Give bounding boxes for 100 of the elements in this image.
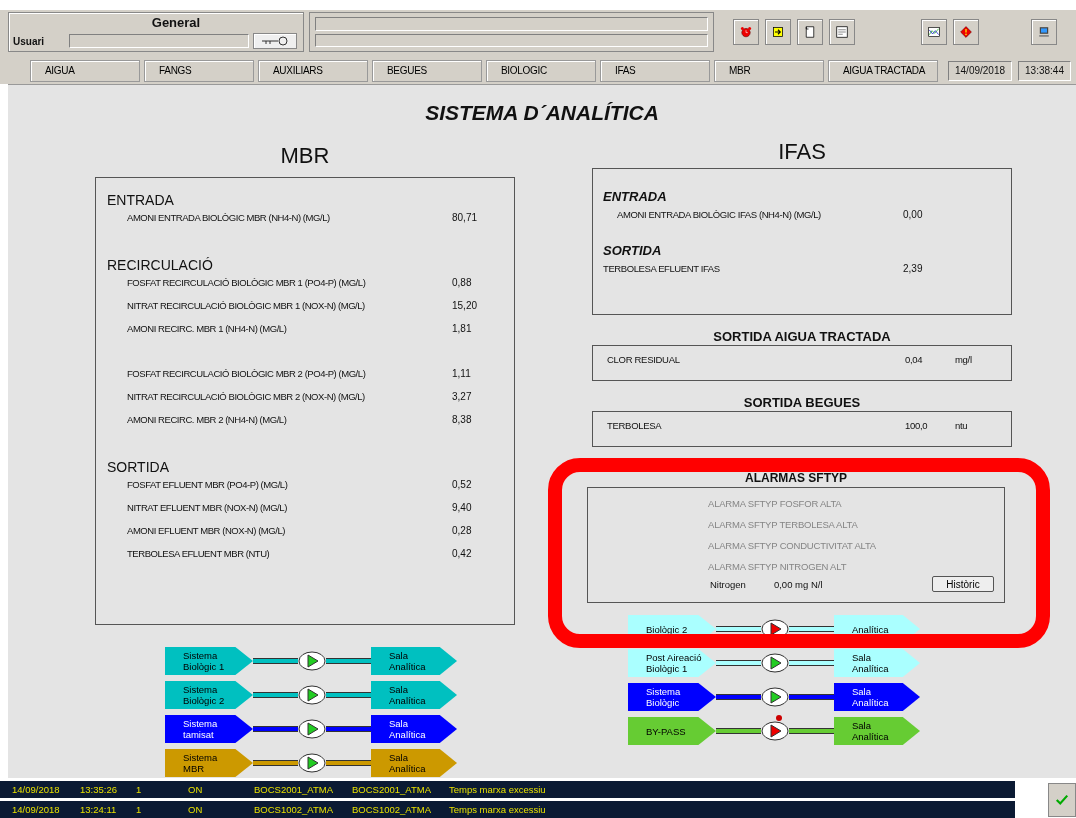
event-time: 13:24:11 (80, 804, 118, 815)
measure-value: 1,11 (452, 368, 472, 379)
section-heading: ENTRADA (603, 189, 667, 204)
source-tag[interactable]: Sistema Biològic (628, 683, 716, 711)
destination-tag[interactable]: Sala Analítica (371, 681, 457, 709)
event-tag: BOCS2001_ATMA (352, 784, 449, 795)
date-field: 14/09/2018 (948, 60, 1013, 81)
form-icon[interactable] (829, 19, 855, 45)
nav-tab[interactable]: FANGS (144, 59, 254, 82)
measure-value: 8,38 (452, 414, 473, 425)
event-state: ON (188, 804, 204, 815)
nav-tab[interactable]: AIGUA (30, 59, 140, 82)
unit-label: mg/l (955, 354, 973, 367)
section-heading: SORTIDA (603, 243, 662, 258)
measure-label: NITRAT RECIRCULACIÓ BIOLÒGIC MBR 2 (NOX-N) (MG/L) (127, 391, 366, 402)
event-message: Temps marxa excessiu (449, 784, 547, 795)
measure-value: 0,28 (452, 525, 473, 536)
reading-label: Nitrogen (710, 578, 746, 590)
measure-label: FOSFAT RECIRCULACIÓ BIOLÒGIC MBR 1 (PO4-P) (MG/L) (127, 277, 367, 288)
measure-label: AMONI EFLUENT MBR (NOX-N) (MG/L) (127, 525, 286, 536)
destination-tag[interactable]: Sala Analítica (834, 717, 920, 745)
user-label: Usuari (13, 35, 46, 47)
user-field[interactable] (69, 34, 249, 48)
destination-tag[interactable]: Sala Analítica (834, 649, 920, 677)
measure-value: 3,27 (452, 391, 473, 402)
alarm-event-row[interactable]: 14/09/2018 13:35:26 1 ON BOCS2001_ATMA BOCS2001_ATMA Temps marxa excessiu (0, 781, 1015, 798)
section-heading: SORTIDA (107, 459, 169, 475)
key-button[interactable] (253, 33, 297, 49)
destination-tag[interactable]: Sala Analítica (371, 749, 457, 777)
measure-label: AMONI RECIRC. MBR 2 (NH4-N) (MG/L) (127, 414, 288, 425)
source-tag[interactable]: Sistema MBR (165, 749, 253, 777)
event-date: 14/09/2018 (12, 784, 61, 795)
measure-label: TERBOLESA (607, 420, 663, 433)
nav-tab[interactable]: AUXILIARS (258, 59, 368, 82)
measure-label: AMONI ENTRADA BIOLÒGIC IFAS (NH4-N) (MG/L) (617, 209, 822, 222)
time-field: 13:38:44 (1018, 60, 1071, 81)
alarm-label: ALARMA SFTYP CONDUCTIVITAT ALTA (708, 540, 876, 551)
event-time: 13:35:26 (80, 784, 118, 795)
history-button[interactable]: Històric (932, 576, 994, 592)
measure-label: NITRAT RECIRCULACIÓ BIOLÒGIC MBR 1 (NOX-N) (MG/L) (127, 300, 366, 311)
alarm-label: ALARMA SFTYP FOSFOR ALTA (708, 498, 842, 509)
alarm-event-row[interactable]: 14/09/2018 13:24:11 1 ON BOCS1002_ATMA BOCS1002_ATMA Temps marxa excessiu (0, 801, 1015, 818)
measure-label: AMONI RECIRC. MBR 1 (NH4-N) (MG/L) (127, 323, 288, 334)
measure-value: 0,88 (452, 277, 473, 288)
nav-tab[interactable]: BIOLOGIC (486, 59, 596, 82)
event-count: 1 (136, 784, 143, 795)
event-tag: BOCS1002_ATMA (254, 804, 352, 815)
section-heading: RECIRCULACIÓ (107, 257, 213, 273)
key-icon (260, 36, 290, 46)
measure-label: FOSFAT RECIRCULACIÓ BIOLÒGIC MBR 2 (PO4-P) (MG/L) (127, 368, 367, 379)
destination-tag[interactable]: Sala Analítica (371, 647, 457, 675)
measure-label: CLOR RESIDUAL (607, 354, 681, 367)
measure-label: NITRAT EFLUENT MBR (NOX-N) (MG/L) (127, 502, 288, 513)
measure-value: 1,81 (452, 323, 473, 334)
section-title: IFAS (777, 139, 827, 166)
computer-icon[interactable] (1031, 19, 1057, 45)
check-icon (1055, 793, 1069, 807)
alarm-label: ALARMA SFTYP NITROGEN ALT (708, 561, 847, 572)
alarm-clock-icon[interactable] (733, 19, 759, 45)
measure-label: TERBOLESA EFLUENT IFAS (603, 263, 721, 276)
source-tag[interactable]: Sistema Biològic 1 (165, 647, 253, 675)
nav-tab[interactable]: IFAS (600, 59, 710, 82)
measure-label: AMONI ENTRADA BIOLÒGIC MBR (NH4-N) (MG/L) (127, 212, 331, 223)
panel-title: General (150, 14, 202, 30)
event-tag: BOCS2001_ATMA (254, 784, 352, 795)
source-tag[interactable]: BY-PASS (628, 717, 716, 745)
nav-tab[interactable]: MBR (714, 59, 824, 82)
measure-value: 15,20 (452, 300, 479, 311)
page-title: SISTEMA D´ANALÍTICA (424, 101, 660, 126)
destination-tag[interactable]: Sala Analítica (371, 715, 457, 743)
event-message: Temps marxa excessiu (449, 804, 547, 815)
measure-value: 0,04 (905, 354, 924, 367)
nav-tab[interactable]: AIGUA TRACTADA (828, 59, 938, 82)
destination-tag[interactable]: Sala Analítica (834, 683, 920, 711)
measure-value: 0,00 (903, 209, 924, 222)
source-tag[interactable]: Post Aireació Biològic 1 (628, 649, 716, 677)
measure-value: 0,52 (452, 479, 473, 490)
measure-label: TERBOLESA EFLUENT MBR (NTU) (127, 548, 271, 559)
section-heading: ALARMAS SFTYP (745, 471, 847, 485)
source-tag[interactable]: Sistema tamisat (165, 715, 253, 743)
measure-value: 80,71 (452, 212, 479, 223)
nav-tab[interactable]: BEGUES (372, 59, 482, 82)
measure-value: 9,40 (452, 502, 473, 513)
page-icon[interactable] (797, 19, 823, 45)
measure-value: 100,0 (905, 420, 929, 433)
source-tag[interactable]: Sistema Biològic 2 (165, 681, 253, 709)
stopped-valve-icon[interactable] (761, 714, 789, 741)
event-count: 1 (136, 804, 143, 815)
alarm-label: ALARMA SFTYP TERBOLESA ALTA (708, 519, 858, 530)
event-state: ON (188, 784, 204, 795)
event-tag: BOCS1002_ATMA (352, 804, 449, 815)
measure-value: 0,42 (452, 548, 473, 559)
chart-icon[interactable] (921, 19, 947, 45)
section-heading: ENTRADA (107, 192, 174, 208)
import-icon[interactable] (765, 19, 791, 45)
section-heading: SORTIDA AIGUA TRACTADA (713, 329, 891, 344)
section-title: MBR (279, 143, 331, 170)
measure-value: 2,39 (903, 263, 924, 276)
reading-value: 0,00 mg N/l (773, 578, 823, 590)
event-date: 14/09/2018 (12, 804, 61, 815)
